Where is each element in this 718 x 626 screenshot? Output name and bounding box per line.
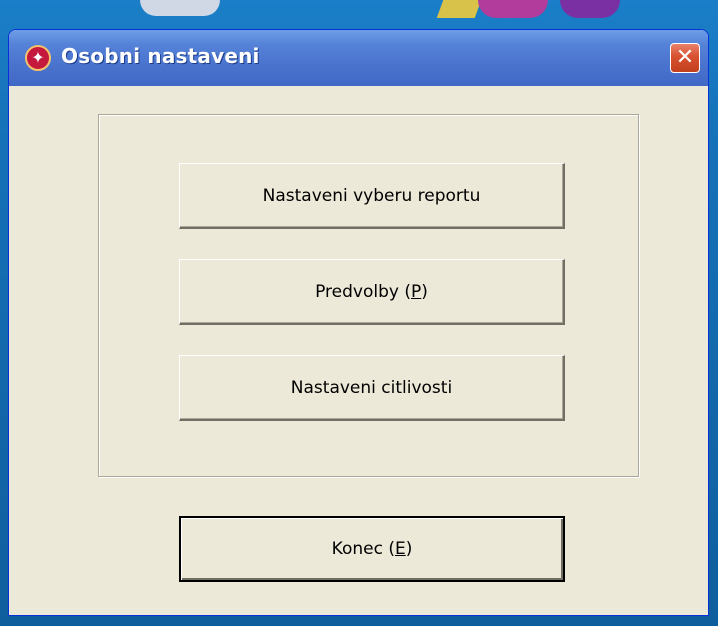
window-title: Osobni nastaveni [61, 44, 260, 68]
exit-label-prefix: Konec ( [331, 539, 395, 559]
exit-button[interactable]: Konec (E) [179, 516, 565, 582]
close-button[interactable]: ✕ [670, 43, 700, 73]
preferences-accelerator-key: P [410, 281, 422, 302]
desktop-wallpaper-shape [436, 0, 482, 18]
title-bar[interactable]: ✦ Osobni nastaveni ✕ [9, 30, 708, 86]
report-selection-settings-button[interactable]: Nastaveni vyberu reportu [179, 163, 565, 229]
exit-label-suffix: ) [405, 539, 413, 559]
sensitivity-label: Nastaveni citlivosti [290, 377, 453, 398]
preferences-label-prefix: Predvolby ( [315, 281, 411, 302]
report-selection-label: Nastaveni vyberu reportu [262, 185, 481, 206]
sensitivity-settings-button[interactable]: Nastaveni citlivosti [179, 355, 565, 421]
preferences-label-suffix: ) [421, 281, 428, 302]
preferences-button[interactable]: Predvolby (P) [179, 259, 565, 325]
desktop-wallpaper-shape [560, 0, 620, 18]
accessibility-icon: ✦ [25, 45, 51, 71]
settings-dialog: ✦ Osobni nastaveni ✕ Nastaveni vyberu re… [8, 29, 709, 616]
desktop-bottom-strip [0, 616, 718, 626]
exit-accelerator-key: E [394, 539, 406, 559]
desktop-wallpaper-shape [140, 0, 220, 16]
desktop-wallpaper-shape [478, 0, 548, 18]
